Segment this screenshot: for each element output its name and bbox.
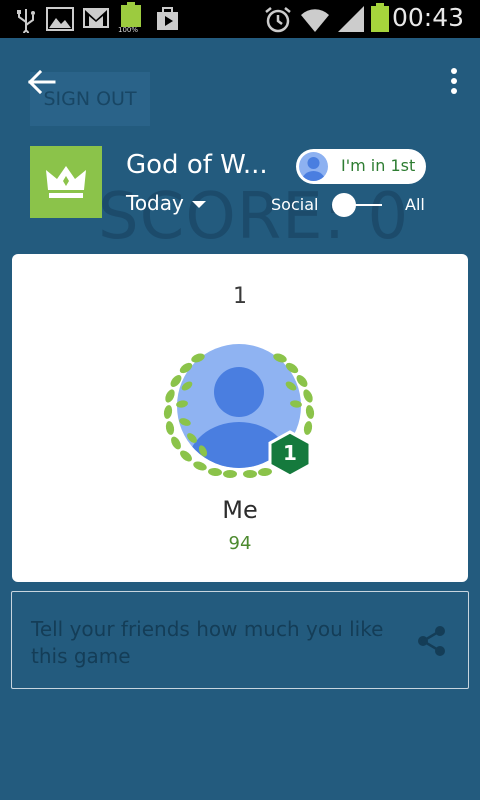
overflow-menu-button[interactable] (440, 64, 468, 98)
player-name: Me (222, 496, 258, 524)
wifi-icon (301, 9, 329, 33)
play-store-icon (157, 7, 178, 30)
image-icon (46, 7, 74, 31)
avatar (299, 152, 328, 181)
all-label: All (405, 195, 425, 214)
time-filter-dropdown[interactable]: Today (126, 191, 206, 215)
rank-badge-button[interactable]: I'm in 1st (296, 149, 426, 184)
person-icon (302, 157, 325, 181)
back-button[interactable] (24, 64, 60, 100)
arrow-back-icon (27, 69, 56, 95)
signal-icon (338, 6, 364, 32)
share-prompt-text: Tell your friends how much you like this… (31, 617, 384, 668)
alarm-icon (265, 7, 291, 33)
rank-hex-number: 1 (283, 441, 297, 465)
leaderboard-card: 1 1 Me 94 (12, 254, 468, 582)
player-avatar[interactable]: 1 (158, 338, 322, 488)
battery-icon (121, 2, 141, 27)
share-card[interactable]: Tell your friends how much you like this… (11, 591, 469, 689)
battery-percent-label: 100% (118, 26, 139, 34)
usb-icon (17, 9, 35, 33)
share-icon[interactable] (415, 624, 449, 658)
crown-icon (46, 166, 86, 198)
social-all-toggle[interactable] (332, 193, 382, 217)
rank-badge-label: I'm in 1st (341, 156, 416, 175)
more-vert-icon (451, 68, 457, 94)
player-rank: 1 (233, 284, 247, 309)
gmail-icon (83, 8, 109, 28)
battery-full-icon (371, 3, 389, 32)
toggle-knob[interactable] (332, 193, 356, 217)
game-icon (30, 146, 102, 218)
status-bar: 100% 00:43 (0, 0, 480, 38)
clock-time: 00:43 (391, 3, 464, 32)
caret-down-icon (191, 200, 206, 208)
player-score: 94 (228, 533, 252, 554)
game-title: God of W... (126, 150, 268, 180)
laurel-avatar-icon (163, 344, 315, 478)
social-label: Social (271, 195, 319, 214)
time-filter-value: Today (126, 191, 184, 215)
